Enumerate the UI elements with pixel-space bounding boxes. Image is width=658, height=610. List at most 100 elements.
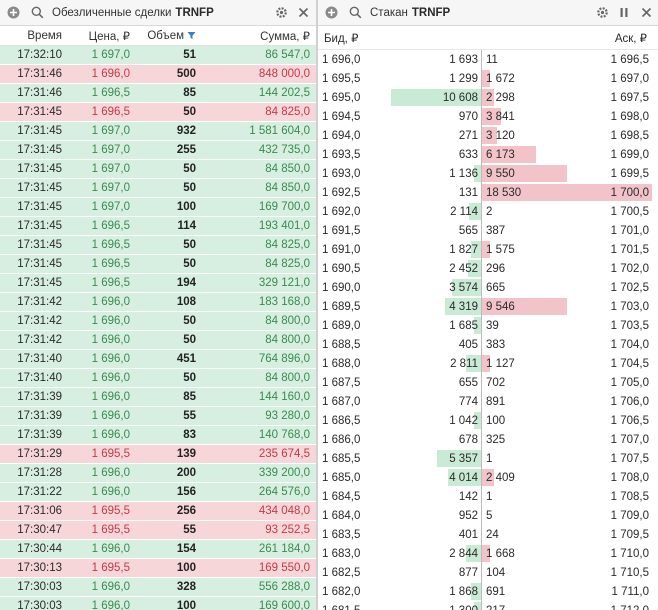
bid-price: 1 683,0 [322, 547, 361, 560]
trade-price: 1 696,0 [91, 410, 130, 422]
trade-row[interactable]: 17:31:22 1 696,0 156 264 576,0 [0, 483, 316, 502]
orderbook-row[interactable]: 1 689,0 1 685 39 1 703,5 [318, 316, 658, 335]
close-icon[interactable] [639, 6, 653, 20]
orderbook-row[interactable]: 1 695,0 10 608 2 298 1 697,5 [318, 88, 658, 107]
trade-row[interactable]: 17:30:03 1 696,0 328 556 288,0 [0, 578, 316, 597]
orderbook-row[interactable]: 1 688,5 405 383 1 704,0 [318, 335, 658, 354]
orderbook-ticker[interactable]: TRNFP [412, 7, 450, 19]
bid-volume: 2 811 [450, 357, 478, 370]
trade-row[interactable]: 17:31:40 1 696,0 451 764 896,0 [0, 350, 316, 369]
trade-row[interactable]: 17:31:28 1 696,0 200 339 200,0 [0, 464, 316, 483]
search-icon[interactable] [30, 6, 44, 20]
orderbook-row[interactable]: 1 694,0 271 3 120 1 698,5 [318, 126, 658, 145]
pause-icon[interactable] [617, 6, 631, 20]
col-sum[interactable]: Сумма, ₽ [196, 29, 314, 43]
col-volume[interactable]: Объем [130, 30, 196, 42]
orderbook-row[interactable]: 1 683,5 401 24 1 709,5 [318, 525, 658, 544]
bid-volume: 4 319 [449, 300, 478, 313]
col-time[interactable]: Время [0, 30, 64, 42]
trade-row[interactable]: 17:31:39 1 696,0 83 140 768,0 [0, 426, 316, 445]
trade-row[interactable]: 17:31:42 1 696,0 108 183 168,0 [0, 293, 316, 312]
trade-row[interactable]: 17:31:45 1 696,5 114 193 401,0 [0, 217, 316, 236]
trade-row[interactable]: 17:30:03 1 696,0 100 169 600,0 [0, 597, 316, 610]
orderbook-row[interactable]: 1 691,5 565 387 1 701,0 [318, 221, 658, 240]
orderbook-row[interactable]: 1 695,5 1 299 1 672 1 697,0 [318, 69, 658, 88]
orderbook-row[interactable]: 1 692,0 2 114 2 1 700,5 [318, 202, 658, 221]
trade-row[interactable]: 17:31:39 1 696,0 55 93 280,0 [0, 407, 316, 426]
bid-volume: 5 357 [449, 452, 478, 465]
orderbook-row[interactable]: 1 692,5 131 18 530 1 700,0 [318, 183, 658, 202]
orderbook-row[interactable]: 1 686,5 1 042 100 1 706,5 [318, 411, 658, 430]
search-icon[interactable] [348, 6, 362, 20]
orderbook-row[interactable]: 1 690,0 3 574 665 1 702,5 [318, 278, 658, 297]
trade-row[interactable]: 17:30:47 1 695,5 55 93 252,5 [0, 521, 316, 540]
orderbook-row[interactable]: 1 681,5 1 300 217 1 712,0 [318, 601, 658, 610]
trade-row[interactable]: 17:31:45 1 697,0 100 169 700,0 [0, 198, 316, 217]
trade-row[interactable]: 17:31:42 1 696,0 50 84 800,0 [0, 331, 316, 350]
trade-volume: 154 [176, 543, 196, 555]
trade-price: 1 696,5 [91, 87, 130, 99]
ask-volume: 1 127 [486, 357, 515, 370]
ask-volume: 665 [486, 281, 506, 294]
trades-column-header: Время Цена, ₽ Объем Сумма, ₽ [0, 26, 316, 46]
orderbook-row[interactable]: 1 684,5 142 1 1 708,5 [318, 487, 658, 506]
orderbook-row[interactable]: 1 687,5 655 702 1 705,0 [318, 373, 658, 392]
trade-row[interactable]: 17:31:39 1 696,0 85 144 160,0 [0, 388, 316, 407]
trade-sum: 339 200,0 [258, 467, 310, 479]
bid-volume: 2 452 [449, 262, 478, 275]
trades-ticker[interactable]: TRNFP [175, 7, 213, 19]
bid-price: 1 688,0 [322, 357, 361, 370]
orderbook-row[interactable]: 1 693,5 633 6 173 1 699,0 [318, 145, 658, 164]
orderbook-row[interactable]: 1 693,0 1 136 9 550 1 699,5 [318, 164, 658, 183]
trade-row[interactable]: 17:31:45 1 696,5 50 84 825,0 [0, 236, 316, 255]
trade-row[interactable]: 17:31:45 1 697,0 932 1 581 604,0 [0, 122, 316, 141]
add-widget-icon[interactable] [324, 6, 338, 20]
trade-row[interactable]: 17:31:45 1 696,5 50 84 825,0 [0, 255, 316, 274]
orderbook-row[interactable]: 1 688,0 2 811 1 127 1 704,5 [318, 354, 658, 373]
ask-price: 1 707,0 [610, 433, 649, 446]
bid-volume: 1 693 [449, 53, 478, 66]
gear-icon[interactable] [595, 6, 609, 20]
orderbook-row[interactable]: 1 682,0 1 868 691 1 711,0 [318, 582, 658, 601]
orderbook-row[interactable]: 1 687,0 774 891 1 706,0 [318, 392, 658, 411]
orderbook-row[interactable]: 1 696,0 1 693 11 1 696,5 [318, 50, 658, 69]
trade-row[interactable]: 17:31:45 1 697,0 255 432 735,0 [0, 141, 316, 160]
orderbook-row[interactable]: 1 689,5 4 319 9 546 1 703,0 [318, 297, 658, 316]
add-widget-icon[interactable] [6, 6, 20, 20]
orderbook-row[interactable]: 1 694,5 970 3 841 1 698,0 [318, 107, 658, 126]
trade-row[interactable]: 17:31:29 1 695,5 139 235 674,5 [0, 445, 316, 464]
trade-price: 1 696,0 [91, 68, 130, 80]
trade-time: 17:31:06 [17, 505, 62, 517]
trade-row[interactable]: 17:30:44 1 696,0 154 261 184,0 [0, 540, 316, 559]
col-price[interactable]: Цена, ₽ [64, 29, 130, 43]
orderbook-row[interactable]: 1 691,0 1 827 1 575 1 701,5 [318, 240, 658, 259]
trade-row[interactable]: 17:31:46 1 696,0 500 848 000,0 [0, 65, 316, 84]
trade-volume: 50 [183, 334, 196, 346]
gear-icon[interactable] [274, 6, 288, 20]
filter-icon[interactable] [187, 31, 196, 40]
close-icon[interactable] [296, 6, 310, 20]
trade-row[interactable]: 17:31:42 1 696,0 50 84 800,0 [0, 312, 316, 331]
trade-row[interactable]: 17:31:45 1 696,5 50 84 825,0 [0, 103, 316, 122]
orderbook-row[interactable]: 1 684,0 952 5 1 709,0 [318, 506, 658, 525]
trade-price: 1 696,0 [91, 296, 130, 308]
trade-row[interactable]: 17:31:06 1 695,5 256 434 048,0 [0, 502, 316, 521]
ask-price: 1 704,5 [610, 357, 649, 370]
trade-row[interactable]: 17:32:10 1 697,0 51 86 547,0 [0, 46, 316, 65]
trade-row[interactable]: 17:31:40 1 696,0 50 84 800,0 [0, 369, 316, 388]
trade-row[interactable]: 17:31:45 1 697,0 50 84 850,0 [0, 179, 316, 198]
spread-divider [481, 107, 482, 126]
trade-time: 17:31:45 [17, 258, 62, 270]
orderbook-row[interactable]: 1 685,0 4 014 2 409 1 708,0 [318, 468, 658, 487]
bid-price: 1 685,5 [322, 452, 361, 465]
orderbook-row[interactable]: 1 686,0 678 325 1 707,0 [318, 430, 658, 449]
orderbook-row[interactable]: 1 690,5 2 452 296 1 702,0 [318, 259, 658, 278]
orderbook-row[interactable]: 1 685,5 5 357 1 1 707,5 [318, 449, 658, 468]
trade-row[interactable]: 17:30:13 1 695,5 100 169 550,0 [0, 559, 316, 578]
trade-row[interactable]: 17:31:45 1 696,5 194 329 121,0 [0, 274, 316, 293]
trade-row[interactable]: 17:31:45 1 697,0 50 84 850,0 [0, 160, 316, 179]
orderbook-row[interactable]: 1 683,0 2 844 1 668 1 710,0 [318, 544, 658, 563]
bid-volume: 142 [458, 490, 478, 503]
orderbook-row[interactable]: 1 682,5 877 104 1 710,5 [318, 563, 658, 582]
trade-row[interactable]: 17:31:46 1 696,5 85 144 202,5 [0, 84, 316, 103]
